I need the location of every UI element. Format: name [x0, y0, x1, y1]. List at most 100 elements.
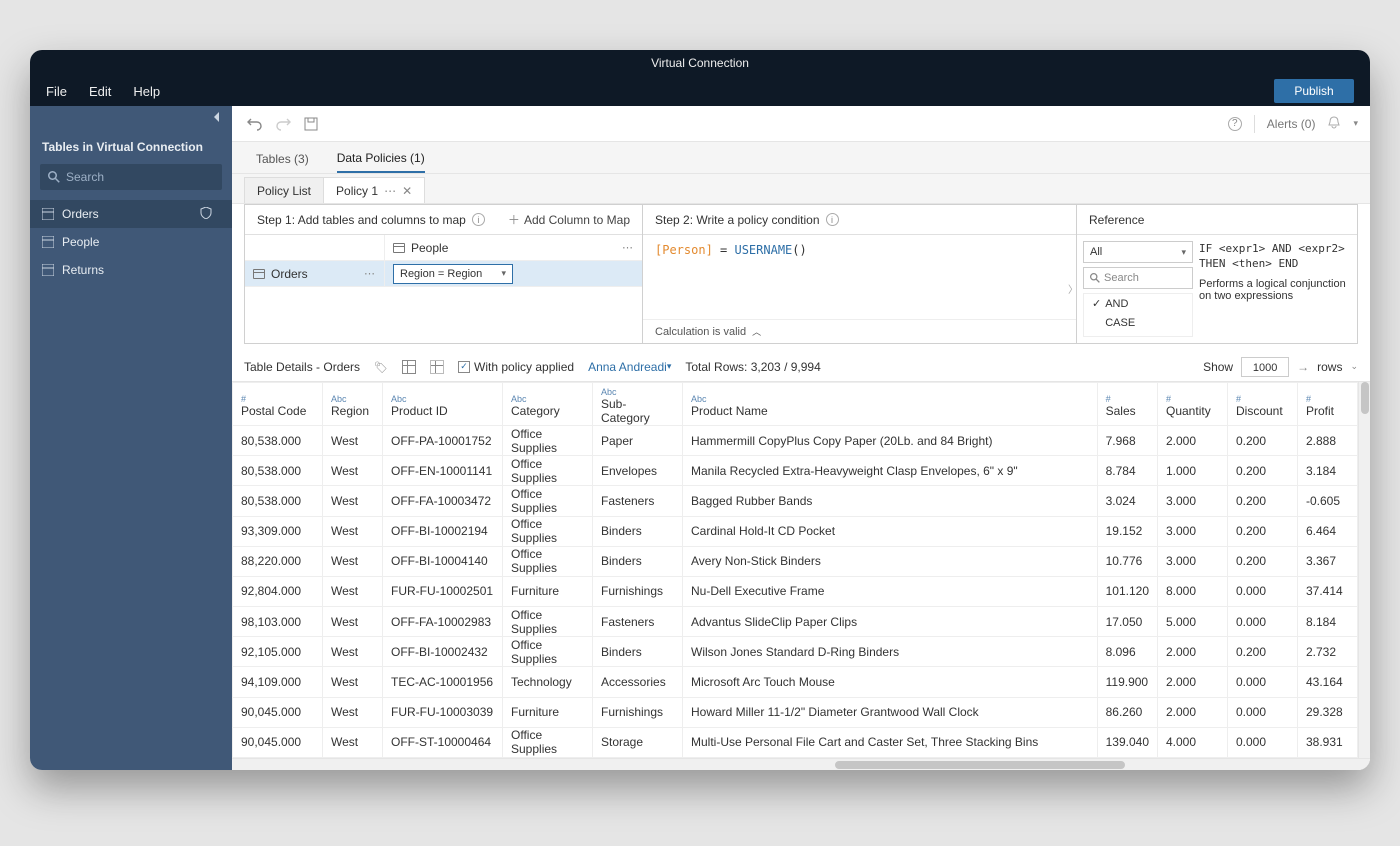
column-mapping-dropdown[interactable]: Region = Region ▾ [393, 264, 513, 284]
bell-icon[interactable] [1327, 115, 1341, 132]
reference-item-case[interactable]: ✓CASE [1084, 313, 1192, 332]
alerts-label[interactable]: Alerts (0) [1267, 117, 1316, 131]
table-cell: 0.200 [1228, 546, 1298, 576]
user-filter-dropdown[interactable]: Anna Andreadi [588, 360, 671, 374]
table-cell: Fasteners [593, 607, 683, 637]
table-cell: 0.200 [1228, 516, 1298, 546]
table-cell: Office Supplies [503, 426, 593, 456]
menu-file[interactable]: File [46, 84, 67, 99]
table-cell: 38.931 [1298, 727, 1358, 757]
table-cell: 0.000 [1228, 607, 1298, 637]
table-cell: 3.367 [1298, 546, 1358, 576]
table-cell: 80,538.000 [233, 426, 323, 456]
chevron-up-icon[interactable]: ︿ [752, 325, 761, 338]
entitlement-table-label: People [411, 241, 448, 255]
column-header[interactable]: #Profit [1298, 383, 1358, 426]
info-icon[interactable]: i [472, 213, 485, 226]
vertical-scrollbar[interactable] [1358, 382, 1370, 758]
table-cell: FUR-FU-10002501 [383, 576, 503, 606]
info-icon[interactable]: i [826, 213, 839, 226]
view-mode-list[interactable] [430, 360, 444, 374]
table-cell: Technology [503, 667, 593, 697]
plus-icon[interactable]: ＋ [508, 211, 520, 228]
menu-edit[interactable]: Edit [89, 84, 111, 99]
add-column-button[interactable]: Add Column to Map [524, 213, 630, 227]
tag-icon[interactable] [374, 360, 388, 374]
more-icon[interactable]: ⋯ [364, 267, 376, 280]
reference-item-and[interactable]: ✓AND [1084, 294, 1192, 313]
policy-applied-toggle[interactable]: ✓With policy applied [458, 360, 574, 374]
table-cell: OFF-ST-10000464 [383, 727, 503, 757]
collapse-reference-icon[interactable]: 〉 [1068, 281, 1078, 296]
table-row[interactable]: 92,105.000WestOFF-BI-10002432Office Supp… [233, 637, 1358, 667]
reference-search-input[interactable]: Search [1083, 267, 1193, 289]
table-cell: Binders [593, 516, 683, 546]
table-cell: Furnishings [593, 576, 683, 606]
policy-expression-editor[interactable]: [Person] = USERNAME() [643, 235, 1076, 319]
chevron-left-icon [212, 112, 222, 122]
view-mode-grid[interactable] [402, 360, 416, 374]
column-header[interactable]: AbcProduct ID [383, 383, 503, 426]
tab-policy-list[interactable]: Policy List [244, 177, 324, 203]
help-icon[interactable]: ? [1228, 117, 1242, 131]
more-icon[interactable]: ⋯ [622, 241, 634, 254]
column-header[interactable]: AbcSub-Category [593, 383, 683, 426]
tab-more-icon[interactable]: ⋯ [384, 184, 396, 198]
table-row[interactable]: 93,309.000WestOFF-BI-10002194Office Supp… [233, 516, 1358, 546]
reference-filter-dropdown[interactable]: All ▾ [1083, 241, 1193, 263]
table-row[interactable]: 90,045.000WestFUR-FU-10003039FurnitureFu… [233, 697, 1358, 727]
policy-badge-icon [200, 207, 220, 222]
table-cell: 92,804.000 [233, 576, 323, 606]
column-header[interactable]: #Quantity [1158, 383, 1228, 426]
row-limit-input[interactable]: 1000 [1241, 357, 1289, 377]
tab-data-policies[interactable]: Data Policies (1) [337, 145, 425, 173]
data-grid: #Postal CodeAbcRegionAbcProduct IDAbcCat… [232, 382, 1358, 758]
sidebar-collapse-button[interactable] [30, 106, 232, 122]
column-header[interactable]: #Postal Code [233, 383, 323, 426]
sidebar-search-input[interactable]: Search [40, 164, 222, 190]
chevron-down-icon[interactable]: ▾ [1353, 118, 1358, 129]
table-cell: Binders [593, 546, 683, 576]
table-row[interactable]: 92,804.000WestFUR-FU-10002501FurnitureFu… [233, 576, 1358, 606]
table-cell: 37.414 [1298, 576, 1358, 606]
table-cell: Paper [593, 426, 683, 456]
table-row[interactable]: 88,220.000WestOFF-BI-10004140Office Supp… [233, 546, 1358, 576]
table-row[interactable]: 90,045.000WestOFF-ST-10000464Office Supp… [233, 727, 1358, 757]
redo-button[interactable] [272, 113, 294, 135]
mapped-table-label: Orders [271, 267, 308, 281]
table-cell: West [323, 576, 383, 606]
tab-close-icon[interactable]: ✕ [402, 184, 412, 198]
save-button[interactable] [300, 113, 322, 135]
tab-tables[interactable]: Tables (3) [256, 145, 309, 173]
sidebar-item-people[interactable]: People [30, 228, 232, 256]
table-row[interactable]: 80,538.000WestOFF-PA-10001752Office Supp… [233, 426, 1358, 456]
column-header[interactable]: #Sales [1097, 383, 1157, 426]
table-cell: Accessories [593, 667, 683, 697]
table-row[interactable]: 80,538.000WestOFF-FA-10003472Office Supp… [233, 486, 1358, 516]
sidebar-item-orders[interactable]: Orders [30, 200, 232, 228]
tab-policy-1[interactable]: Policy 1 ⋯ ✕ [323, 177, 425, 203]
table-row[interactable]: 80,538.000WestOFF-EN-10001141Office Supp… [233, 456, 1358, 486]
publish-button[interactable]: Publish [1274, 79, 1354, 103]
sidebar-item-returns[interactable]: Returns [30, 256, 232, 284]
horizontal-scrollbar[interactable] [232, 758, 1370, 770]
column-header[interactable]: AbcCategory [503, 383, 593, 426]
table-cell: 90,045.000 [233, 697, 323, 727]
table-cell: 0.200 [1228, 426, 1298, 456]
table-cell: 2.000 [1158, 426, 1228, 456]
chevron-down-icon[interactable]: ⌄ [1350, 361, 1358, 372]
column-header[interactable]: #Discount [1228, 383, 1298, 426]
table-cell: 93,309.000 [233, 516, 323, 546]
column-header[interactable]: AbcProduct Name [683, 383, 1098, 426]
table-cell: OFF-FA-10003472 [383, 486, 503, 516]
table-row[interactable]: 94,109.000WestTEC-AC-10001956TechnologyA… [233, 667, 1358, 697]
table-cell: West [323, 607, 383, 637]
column-header[interactable]: AbcRegion [323, 383, 383, 426]
primary-tabs: Tables (3) Data Policies (1) [232, 142, 1370, 174]
undo-button[interactable] [244, 113, 266, 135]
table-details-title: Table Details - Orders [244, 360, 360, 374]
apply-limit-button[interactable]: → [1297, 360, 1309, 374]
menu-help[interactable]: Help [133, 84, 160, 99]
table-cell: Office Supplies [503, 486, 593, 516]
table-row[interactable]: 98,103.000WestOFF-FA-10002983Office Supp… [233, 607, 1358, 637]
